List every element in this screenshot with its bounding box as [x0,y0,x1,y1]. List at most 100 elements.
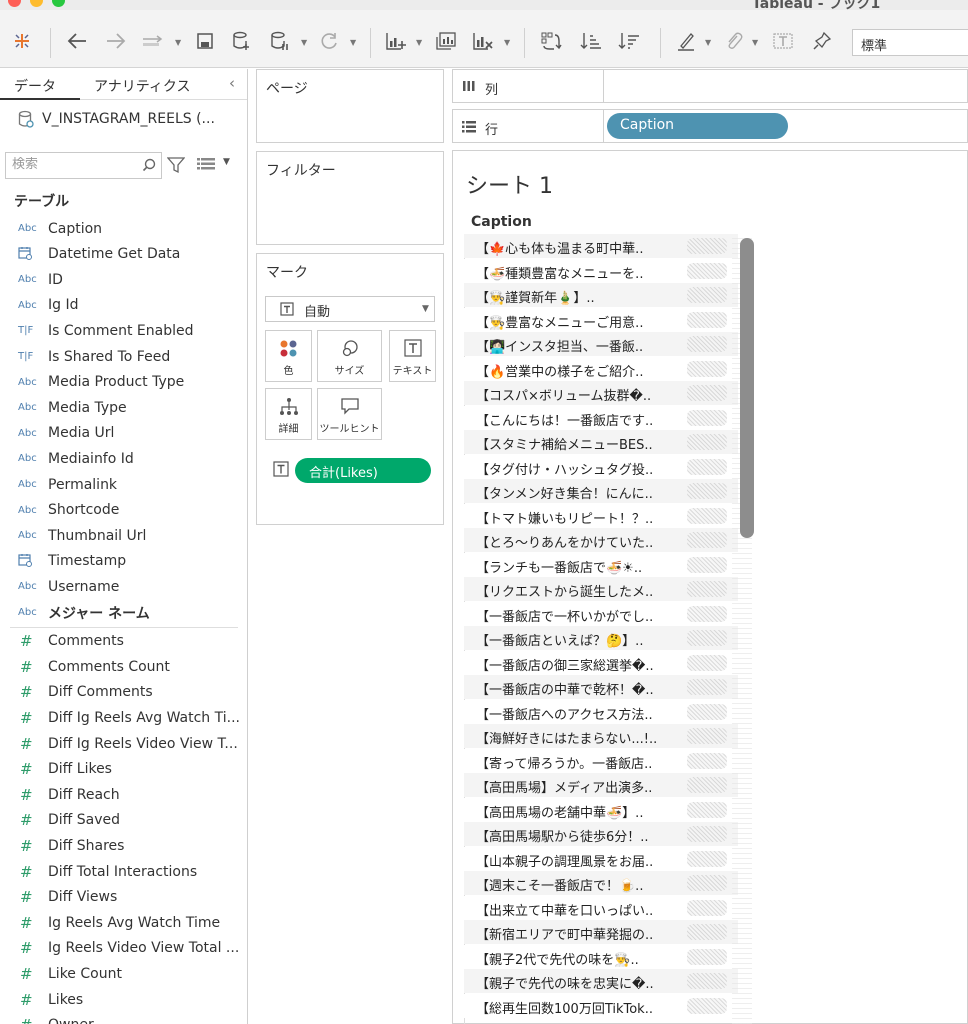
pause-updates-icon[interactable] [268,27,292,55]
table-row[interactable]: 【リクエストから誕生したメ.. [464,577,738,601]
table-row[interactable]: 【週末こそ一番飯店で！🍺.. [464,871,738,895]
vertical-scrollbar[interactable] [740,238,754,538]
measure-field[interactable]: # Ig Reels Video View Total ... [0,936,247,961]
table-row[interactable]: 【タンメン好き集合！にんに.. [464,479,738,503]
columns-shelf[interactable] [604,69,968,103]
filters-shelf[interactable]: フィルター [256,151,444,245]
sheet-title[interactable]: シート 1 [466,168,553,200]
chevron-down-icon[interactable]: ▼ [752,38,758,47]
dimension-field[interactable]: T|F Is Shared To Feed [0,344,247,369]
data-source-replace-icon[interactable] [140,27,168,55]
table-row[interactable]: 【タグ付け・ハッシュタグ投.. [464,454,738,479]
table-row[interactable]: 【👩🏻‍💻インスタ担当、一番飯.. [464,332,738,356]
table-row[interactable]: 【高田馬場の老舗中華🍜】.. [464,797,738,822]
new-datasource-icon[interactable] [230,27,254,55]
table-row[interactable]: 【🍜種類豊富なメニューを.. [464,258,738,283]
color-button[interactable]: 色 [265,330,312,382]
chevron-down-icon[interactable]: ▼ [705,38,711,47]
pin-axes-icon[interactable] [810,27,834,55]
likes-measure-pill[interactable]: 合計(Likes) [295,458,431,483]
measure-field[interactable]: # Diff Views [0,885,247,910]
pages-shelf[interactable]: ページ [256,69,444,143]
dimension-field[interactable]: Abc Username [0,574,247,599]
text-mark-icon[interactable] [273,461,289,477]
table-row[interactable]: 【スタミナ補給メニューBES.. [464,430,738,454]
measure-field[interactable]: #Owner [0,1013,247,1024]
new-worksheet-icon[interactable] [383,27,409,55]
measure-field[interactable]: # Diff Shares [0,833,247,858]
table-row[interactable]: 【とろ〜りあんをかけていた.. [464,528,738,552]
mark-type-select[interactable]: 自動 ▼ [265,296,435,322]
detail-button[interactable]: 詳細 [265,388,312,440]
measure-field[interactable]: # Comments Count [0,654,247,679]
table-row[interactable]: 【出来立て中華を口いっぱい.. [464,895,738,920]
caption-column-header[interactable]: Caption [471,214,532,230]
datasource-item[interactable]: V_INSTAGRAM_REELS (... [18,110,215,128]
text-button[interactable]: テキスト [389,330,436,382]
dimension-field[interactable]: Abc Thumbnail Url [0,523,247,548]
filter-icon[interactable] [167,156,185,174]
dimension-field[interactable]: Timestamp [0,549,247,574]
table-row[interactable]: 【一番飯店で一杯いかがでし.. [464,601,738,626]
highlight-pen-icon[interactable] [674,27,698,55]
swap-rows-columns-icon[interactable] [538,27,564,55]
fit-select[interactable]: 標準 [852,29,968,56]
close-window-button[interactable] [8,0,21,7]
table-row[interactable]: 【新宿エリアで町中華発掘の.. [464,920,738,944]
chevron-down-icon[interactable]: ▼ [350,38,356,47]
tab-analytics[interactable]: アナリティクス [94,76,190,96]
measure-field[interactable]: # Like Count [0,961,247,986]
size-button[interactable]: サイズ [317,330,382,382]
collapse-pane-icon[interactable]: ‹ [229,74,235,92]
chevron-down-icon[interactable]: ▼ [301,38,307,47]
table-row[interactable]: 【高田馬場】メディア出演多.. [464,773,738,797]
group-paperclip-icon[interactable] [722,27,746,55]
table-row[interactable]: 【親子で先代の味を忠実に�.. [464,969,738,993]
refresh-icon[interactable] [316,27,342,55]
dimension-field[interactable]: Abc メジャー ネーム [0,600,247,625]
chevron-down-icon[interactable]: ▼ [175,38,181,47]
search-input[interactable] [12,157,132,172]
measure-field[interactable]: # Comments [0,629,247,654]
forward-arrow-icon[interactable] [103,27,129,55]
dimension-field[interactable]: Abc Mediainfo Id [0,446,247,471]
tooltip-button[interactable]: ツールヒント [317,388,382,440]
table-row[interactable]: 【一番飯店といえば？🤔】.. [464,626,738,650]
dimension-field[interactable]: Datetime Get Data [0,242,247,267]
table-row[interactable]: 【🍁心も体も温まる町中華.. [464,234,738,258]
table-row[interactable]: 【こんにちは！一番飯店です.. [464,405,738,430]
table-row[interactable]: 【トマト嫌いもリピート！？.. [464,503,738,528]
table-row[interactable]: 【👨‍🍳豊富なメニューご用意.. [464,307,738,332]
dimension-field[interactable]: Abc Ig Id [0,293,247,318]
tableau-logo-icon[interactable] [10,27,34,55]
measure-field[interactable]: # Diff Comments [0,680,247,705]
table-row[interactable]: 【ランチも一番飯店で🍜☀.. [464,552,738,577]
measure-field[interactable]: # Ig Reels Avg Watch Time [0,910,247,935]
minimize-window-button[interactable] [30,0,43,7]
dimension-field[interactable]: Abc Shortcode [0,498,247,523]
table-row[interactable]: 【👨‍🍳謹賀新年🎍】.. [464,283,738,307]
duplicate-sheet-icon[interactable] [432,27,460,55]
table-row[interactable]: 【一番飯店へのアクセス方法.. [464,699,738,724]
clear-sheet-icon[interactable] [470,27,496,55]
measure-field[interactable]: # Diff Likes [0,757,247,782]
list-view-icon[interactable] [196,157,216,171]
table-row[interactable]: 【山本親子の調理風景をお届.. [464,846,738,871]
table-row[interactable]: 【海鮮好きにはたまらない...!.. [464,724,738,748]
measure-field[interactable]: # Diff Ig Reels Avg Watch Ti... [0,705,247,730]
dimension-field[interactable]: Abc Caption [0,216,247,241]
dimension-field[interactable]: Abc Permalink [0,472,247,497]
chevron-down-icon[interactable]: ▼ [416,38,422,47]
show-labels-icon[interactable] [770,27,796,55]
table-row[interactable]: 【高田馬場駅から徒歩6分！.. [464,822,738,846]
save-icon[interactable] [193,27,217,55]
dimension-field[interactable]: Abc Media Product Type [0,370,247,395]
zoom-window-button[interactable] [52,0,65,7]
sort-descending-icon[interactable] [616,27,642,55]
caption-dimension-pill[interactable]: Caption [607,113,788,139]
dimension-field[interactable]: Abc Media Type [0,395,247,420]
dimension-field[interactable]: Abc ID [0,267,247,292]
chevron-down-icon[interactable]: ▼ [504,38,510,47]
table-row[interactable]: 【一番飯店の中華で乾杯！�.. [464,675,738,699]
table-row[interactable]: 【総再生回数100万回TikTok.. [464,993,738,1018]
